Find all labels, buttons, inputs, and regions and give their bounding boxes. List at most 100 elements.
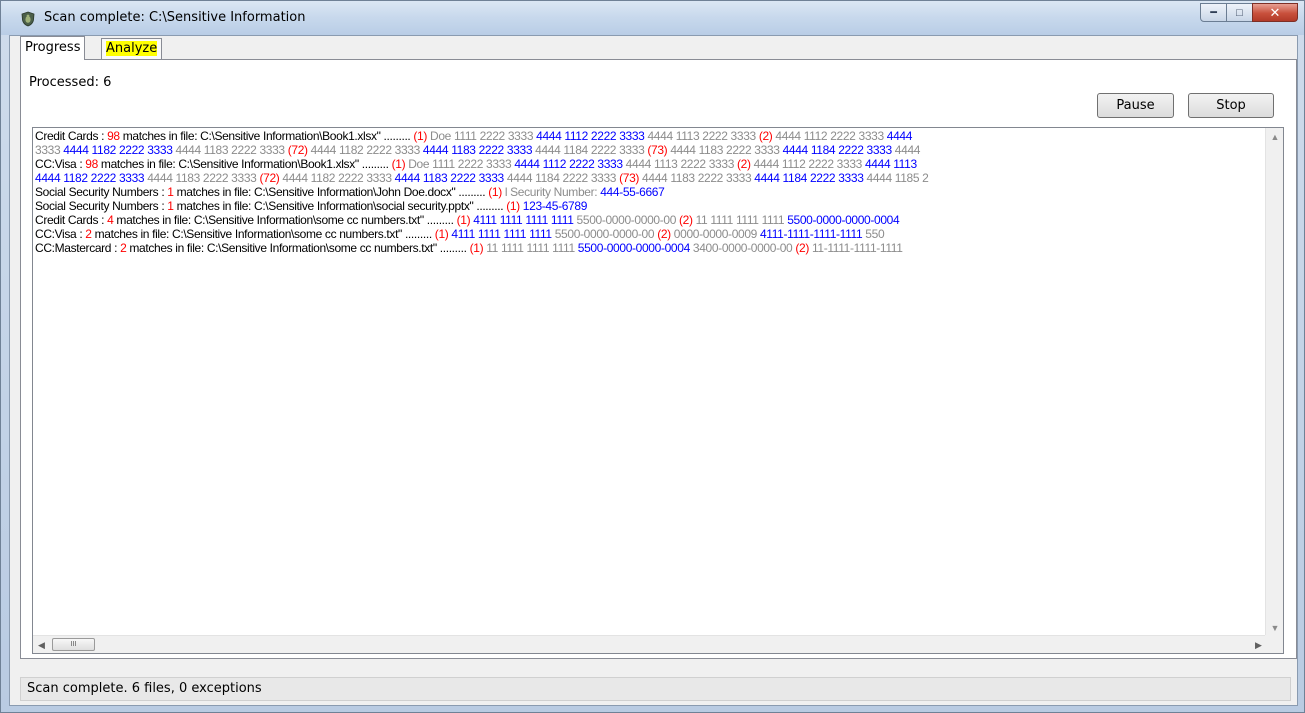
result-line[interactable]: Credit Cards : 98 matches in file: C:\Se… (35, 129, 1263, 143)
scroll-down-icon[interactable]: ▼ (1266, 619, 1283, 636)
close-icon: ✕ (1269, 4, 1281, 20)
minimize-button[interactable]: ━ (1200, 3, 1227, 22)
match-context: 4444 1183 2222 3333 (144, 171, 260, 185)
result-text: matches in file: C:\Sensitive Informatio… (119, 129, 414, 143)
match-count: (1) (413, 129, 428, 143)
match-context: 4444 1112 2222 3333 (750, 157, 865, 171)
match-count: (72) (287, 143, 308, 157)
result-text: Credit Cards : (35, 129, 108, 143)
tab-analyze[interactable]: Analyze (101, 38, 163, 59)
result-text: matches in file: C:\Sensitive Informatio… (91, 227, 435, 241)
match-count: (1) (506, 199, 520, 213)
match-value: 4111 1111 1111 1111 (470, 213, 574, 227)
match-value: 4444 (886, 129, 913, 143)
maximize-button[interactable]: □ (1226, 3, 1253, 22)
match-count: (1) (488, 185, 502, 199)
match-count: (2) (679, 213, 693, 227)
result-line[interactable]: Social Security Numbers : 1 matches in f… (35, 185, 1263, 199)
shield-bug-icon (21, 11, 35, 27)
match-value: 4444 1182 2222 3333 (35, 171, 145, 185)
match-count: 98 (107, 129, 120, 143)
result-text: Social Security Numbers : (35, 199, 168, 213)
stop-button[interactable]: Stop (1188, 93, 1274, 118)
results-list[interactable]: Credit Cards : 98 matches in file: C:\Se… (32, 127, 1284, 654)
close-button[interactable]: ✕ (1252, 3, 1298, 22)
result-text: Social Security Numbers : (35, 185, 168, 199)
match-context: Doe 1111 2222 3333 (427, 129, 537, 143)
match-context: 4444 1113 2222 3333 (644, 129, 759, 143)
match-context: 4444 1112 2222 3333 (772, 129, 887, 143)
match-context: 0000-0000-0009 (670, 227, 760, 241)
status-bar: Scan complete. 6 files, 0 exceptions (20, 677, 1291, 701)
match-context: 4444 1113 2222 3333 (622, 157, 738, 171)
processed-count: Processed: 6 (29, 75, 112, 90)
match-context: 4444 1184 2222 3333 (503, 171, 620, 185)
window-title: Scan complete: C:\Sensitive Information (44, 10, 306, 25)
match-value: 5500-0000-0000-0004 (787, 213, 900, 227)
match-value: 4444 1183 2222 3333 (394, 171, 505, 185)
horizontal-scrollbar[interactable]: ◀ III ▶ (33, 635, 1267, 653)
result-text: matches in file: C:\Sensitive Informatio… (97, 157, 392, 171)
match-context: 11-1111-1111-1111 (808, 241, 903, 255)
result-line[interactable]: 4444 1182 2222 3333 4444 1183 2222 3333 … (35, 171, 1263, 185)
match-count: (1) (391, 157, 406, 171)
result-text: matches in file: C:\Sensitive Informatio… (173, 185, 489, 199)
match-value: 4111 1111 1111 1111 (448, 227, 552, 241)
match-context: 5500-0000-0000-00 (573, 213, 680, 227)
match-value: 4444 1184 2222 3333 (782, 143, 893, 157)
pause-button[interactable]: Pause (1097, 93, 1174, 118)
match-context: 4444 1183 2222 3333 (667, 143, 783, 157)
vertical-scrollbar[interactable]: ▲ ▼ (1265, 128, 1283, 636)
match-count: (2) (737, 157, 751, 171)
result-line[interactable]: CC:Visa : 98 matches in file: C:\Sensiti… (35, 157, 1263, 171)
scrollbar-corner (1265, 635, 1283, 653)
tab-progress[interactable]: Progress (20, 36, 86, 60)
result-line[interactable]: Social Security Numbers : 1 matches in f… (35, 199, 1263, 213)
maximize-icon: □ (1236, 6, 1243, 19)
match-value: 4444 1112 2222 3333 (514, 157, 623, 171)
result-line[interactable]: 3333 4444 1182 2222 3333 4444 1183 2222 … (35, 143, 1263, 157)
result-line[interactable]: Credit Cards : 4 matches in file: C:\Sen… (35, 213, 1263, 227)
tab-progress-label: Progress (25, 40, 81, 55)
match-value: 5500-0000-0000-0004 (577, 241, 690, 255)
result-text: CC:Visa : (35, 227, 86, 241)
result-text: matches in file: C:\Sensitive Informatio… (173, 199, 507, 213)
match-context: 4444 1185 2 (863, 171, 929, 185)
match-value: 444-55-6667 (600, 185, 665, 199)
match-count: (2) (758, 129, 773, 143)
match-value: 123-45-6789 (519, 199, 588, 213)
match-count: (73) (647, 143, 668, 157)
status-text: Scan complete. 6 files, 0 exceptions (27, 681, 262, 696)
scroll-up-icon[interactable]: ▲ (1266, 128, 1283, 145)
match-count: (72) (259, 171, 280, 185)
scroll-left-icon[interactable]: ◀ (33, 636, 50, 653)
match-context: 4444 1184 2222 3333 (532, 143, 648, 157)
horizontal-scroll-thumb[interactable]: III (52, 638, 95, 651)
client-area: Progress Analyze Processed: 6 Pause Stop… (9, 35, 1298, 706)
match-context: 3400-0000-0000-00 (689, 241, 796, 255)
result-line[interactable]: CC:Mastercard : 2 matches in file: C:\Se… (35, 241, 1263, 255)
match-value: 4444 1112 2222 3333 (536, 129, 645, 143)
match-count: 98 (85, 157, 98, 171)
result-text: CC:Visa : (35, 157, 86, 171)
result-text: CC:Mastercard : (35, 241, 121, 255)
match-context: 550 (862, 227, 885, 241)
match-value: 4444 1182 2222 3333 (63, 143, 173, 157)
main-window: Scan complete: C:\Sensitive Information … (0, 0, 1305, 713)
match-count: (1) (434, 227, 449, 241)
tab-strip: Progress Analyze (10, 36, 1297, 60)
match-count: (2) (795, 241, 809, 255)
result-text: Credit Cards : (35, 213, 108, 227)
match-count: (1) (469, 241, 484, 255)
match-context: 4444 (891, 143, 921, 157)
match-count: (73) (619, 171, 640, 185)
title-bar[interactable]: Scan complete: C:\Sensitive Information … (1, 1, 1304, 35)
result-line[interactable]: CC:Visa : 2 matches in file: C:\Sensitiv… (35, 227, 1263, 241)
result-text: matches in file: C:\Sensitive Informatio… (113, 213, 457, 227)
match-value: 4444 1183 2222 3333 (422, 143, 533, 157)
match-context: Doe 1111 2222 3333 (405, 157, 515, 171)
match-context: 4444 1182 2222 3333 (279, 171, 395, 185)
result-text: matches in file: C:\Sensitive Informatio… (126, 241, 470, 255)
match-context: 4444 1182 2222 3333 (307, 143, 423, 157)
match-value: 4444 1113 (864, 157, 917, 171)
